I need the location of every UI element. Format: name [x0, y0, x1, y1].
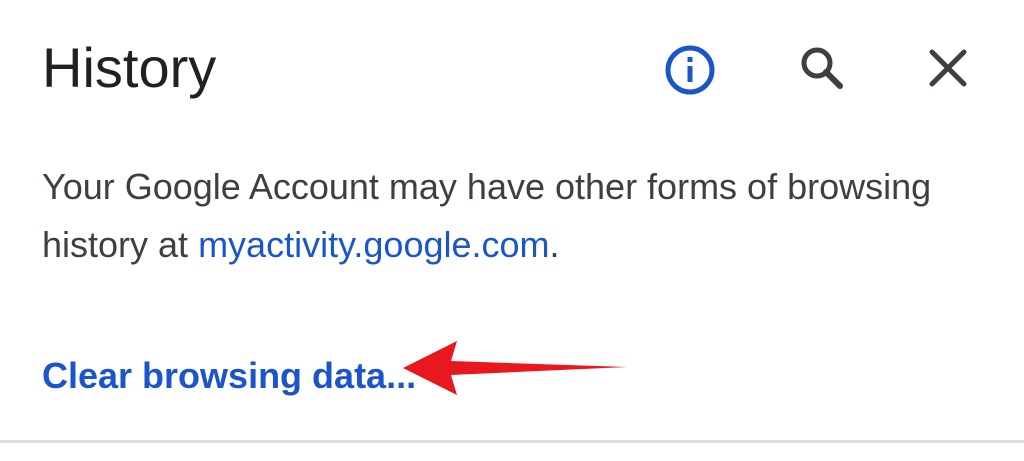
clear-browsing-data-link[interactable]: Clear browsing data...: [42, 352, 416, 400]
close-icon: [929, 49, 967, 87]
search-icon: [801, 47, 843, 89]
page-title: History: [42, 36, 217, 99]
info-button[interactable]: [658, 38, 722, 102]
myactivity-link[interactable]: myactivity.google.com: [198, 224, 549, 265]
info-icon: [665, 45, 715, 95]
annotation-arrow: [403, 341, 627, 395]
divider: [0, 440, 1024, 443]
search-button[interactable]: [790, 36, 854, 100]
history-page: History Your Google Account may have oth…: [0, 0, 1024, 461]
account-history-notice: Your Google Account may have other forms…: [42, 158, 1002, 274]
close-button[interactable]: [916, 36, 980, 100]
notice-period: .: [549, 224, 560, 265]
